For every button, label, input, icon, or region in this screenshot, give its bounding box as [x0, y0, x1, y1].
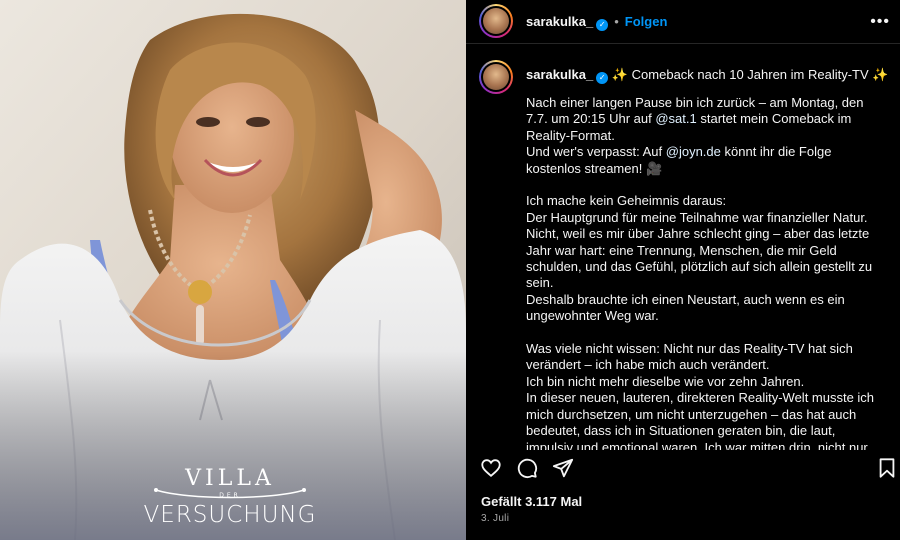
caption-paragraph: Was viele nicht wissen: Nicht nur das Re…	[526, 341, 853, 373]
caption-paragraph: Nach einer langen Pause bin ich zurück –…	[526, 95, 876, 144]
caption-verified-badge-icon: ✓	[596, 72, 609, 84]
caption-paragraph: Der Hauptgrund für meine Teilnahme war f…	[526, 209, 873, 291]
caption-paragraph: Ich mache kein Geheimnis daraus:	[526, 193, 727, 209]
header-user: sarakulka_ ✓ • Folgen	[526, 14, 667, 31]
comment-icon[interactable]	[516, 457, 538, 484]
share-icon[interactable]	[552, 457, 574, 484]
post-date[interactable]: 3. Juli	[481, 513, 509, 524]
logo-versuchung: VERSUCHUNG	[143, 502, 317, 528]
caption-paragraph: Ich bin nicht mehr dieselbe wie vor zehn…	[526, 373, 805, 389]
caption-avatar-image	[483, 64, 509, 90]
post-header: sarakulka_ ✓ • Folgen •••	[466, 0, 900, 44]
caption-username[interactable]: sarakulka_	[526, 67, 593, 82]
post-panel: sarakulka_ ✓ • Folgen ••• sarakulka_ ✓ ✨ Com…	[466, 0, 900, 540]
caption-text: Nach einer langen Pause bin ich zurück –…	[526, 95, 876, 450]
caption-text-segment: Und wer's verpasst: Auf	[526, 144, 666, 160]
heart-icon[interactable]	[480, 457, 502, 484]
verified-badge-icon: ✓	[596, 19, 609, 31]
post-image[interactable]: VILLA DER VERSUCHUNG	[0, 0, 466, 540]
caption-avatar[interactable]	[479, 60, 513, 94]
caption-paragraph: In dieser neuen, lauteren, direkteren Re…	[526, 390, 875, 450]
post-photo	[0, 0, 466, 540]
caption-area[interactable]: sarakulka_ ✓ ✨ Comeback nach 10 Jahren im…	[466, 45, 900, 450]
caption-header: sarakulka_ ✓ ✨ Comeback nach 10 Jahren im…	[526, 67, 889, 84]
caption-paragraph: Und wer's verpasst: Auf @joyn.de könnt i…	[526, 144, 876, 177]
logo-der: DER	[219, 492, 241, 499]
more-options-icon[interactable]: •••	[870, 13, 890, 31]
separator-dot: •	[614, 14, 619, 29]
avatar[interactable]	[479, 4, 513, 38]
caption-paragraph: Deshalb brauchte ich einen Neustart, auc…	[526, 291, 845, 324]
action-bar	[466, 452, 900, 484]
show-logo: VILLA DER VERSUCHUNG	[118, 462, 342, 534]
header-username[interactable]: sarakulka_	[526, 14, 593, 29]
avatar-image	[483, 8, 509, 34]
mention-sat1-link[interactable]: @sat.1	[655, 111, 696, 126]
mention-joyn-link[interactable]: @joyn.de	[666, 144, 721, 159]
likes-count[interactable]: Gefällt 3.117 Mal	[481, 494, 582, 509]
bookmark-icon[interactable]	[877, 457, 897, 484]
caption-title: ✨ Comeback nach 10 Jahren im Reality-TV …	[611, 67, 889, 82]
logo-villa: VILLA	[185, 466, 275, 491]
follow-button[interactable]: Folgen	[625, 14, 668, 29]
